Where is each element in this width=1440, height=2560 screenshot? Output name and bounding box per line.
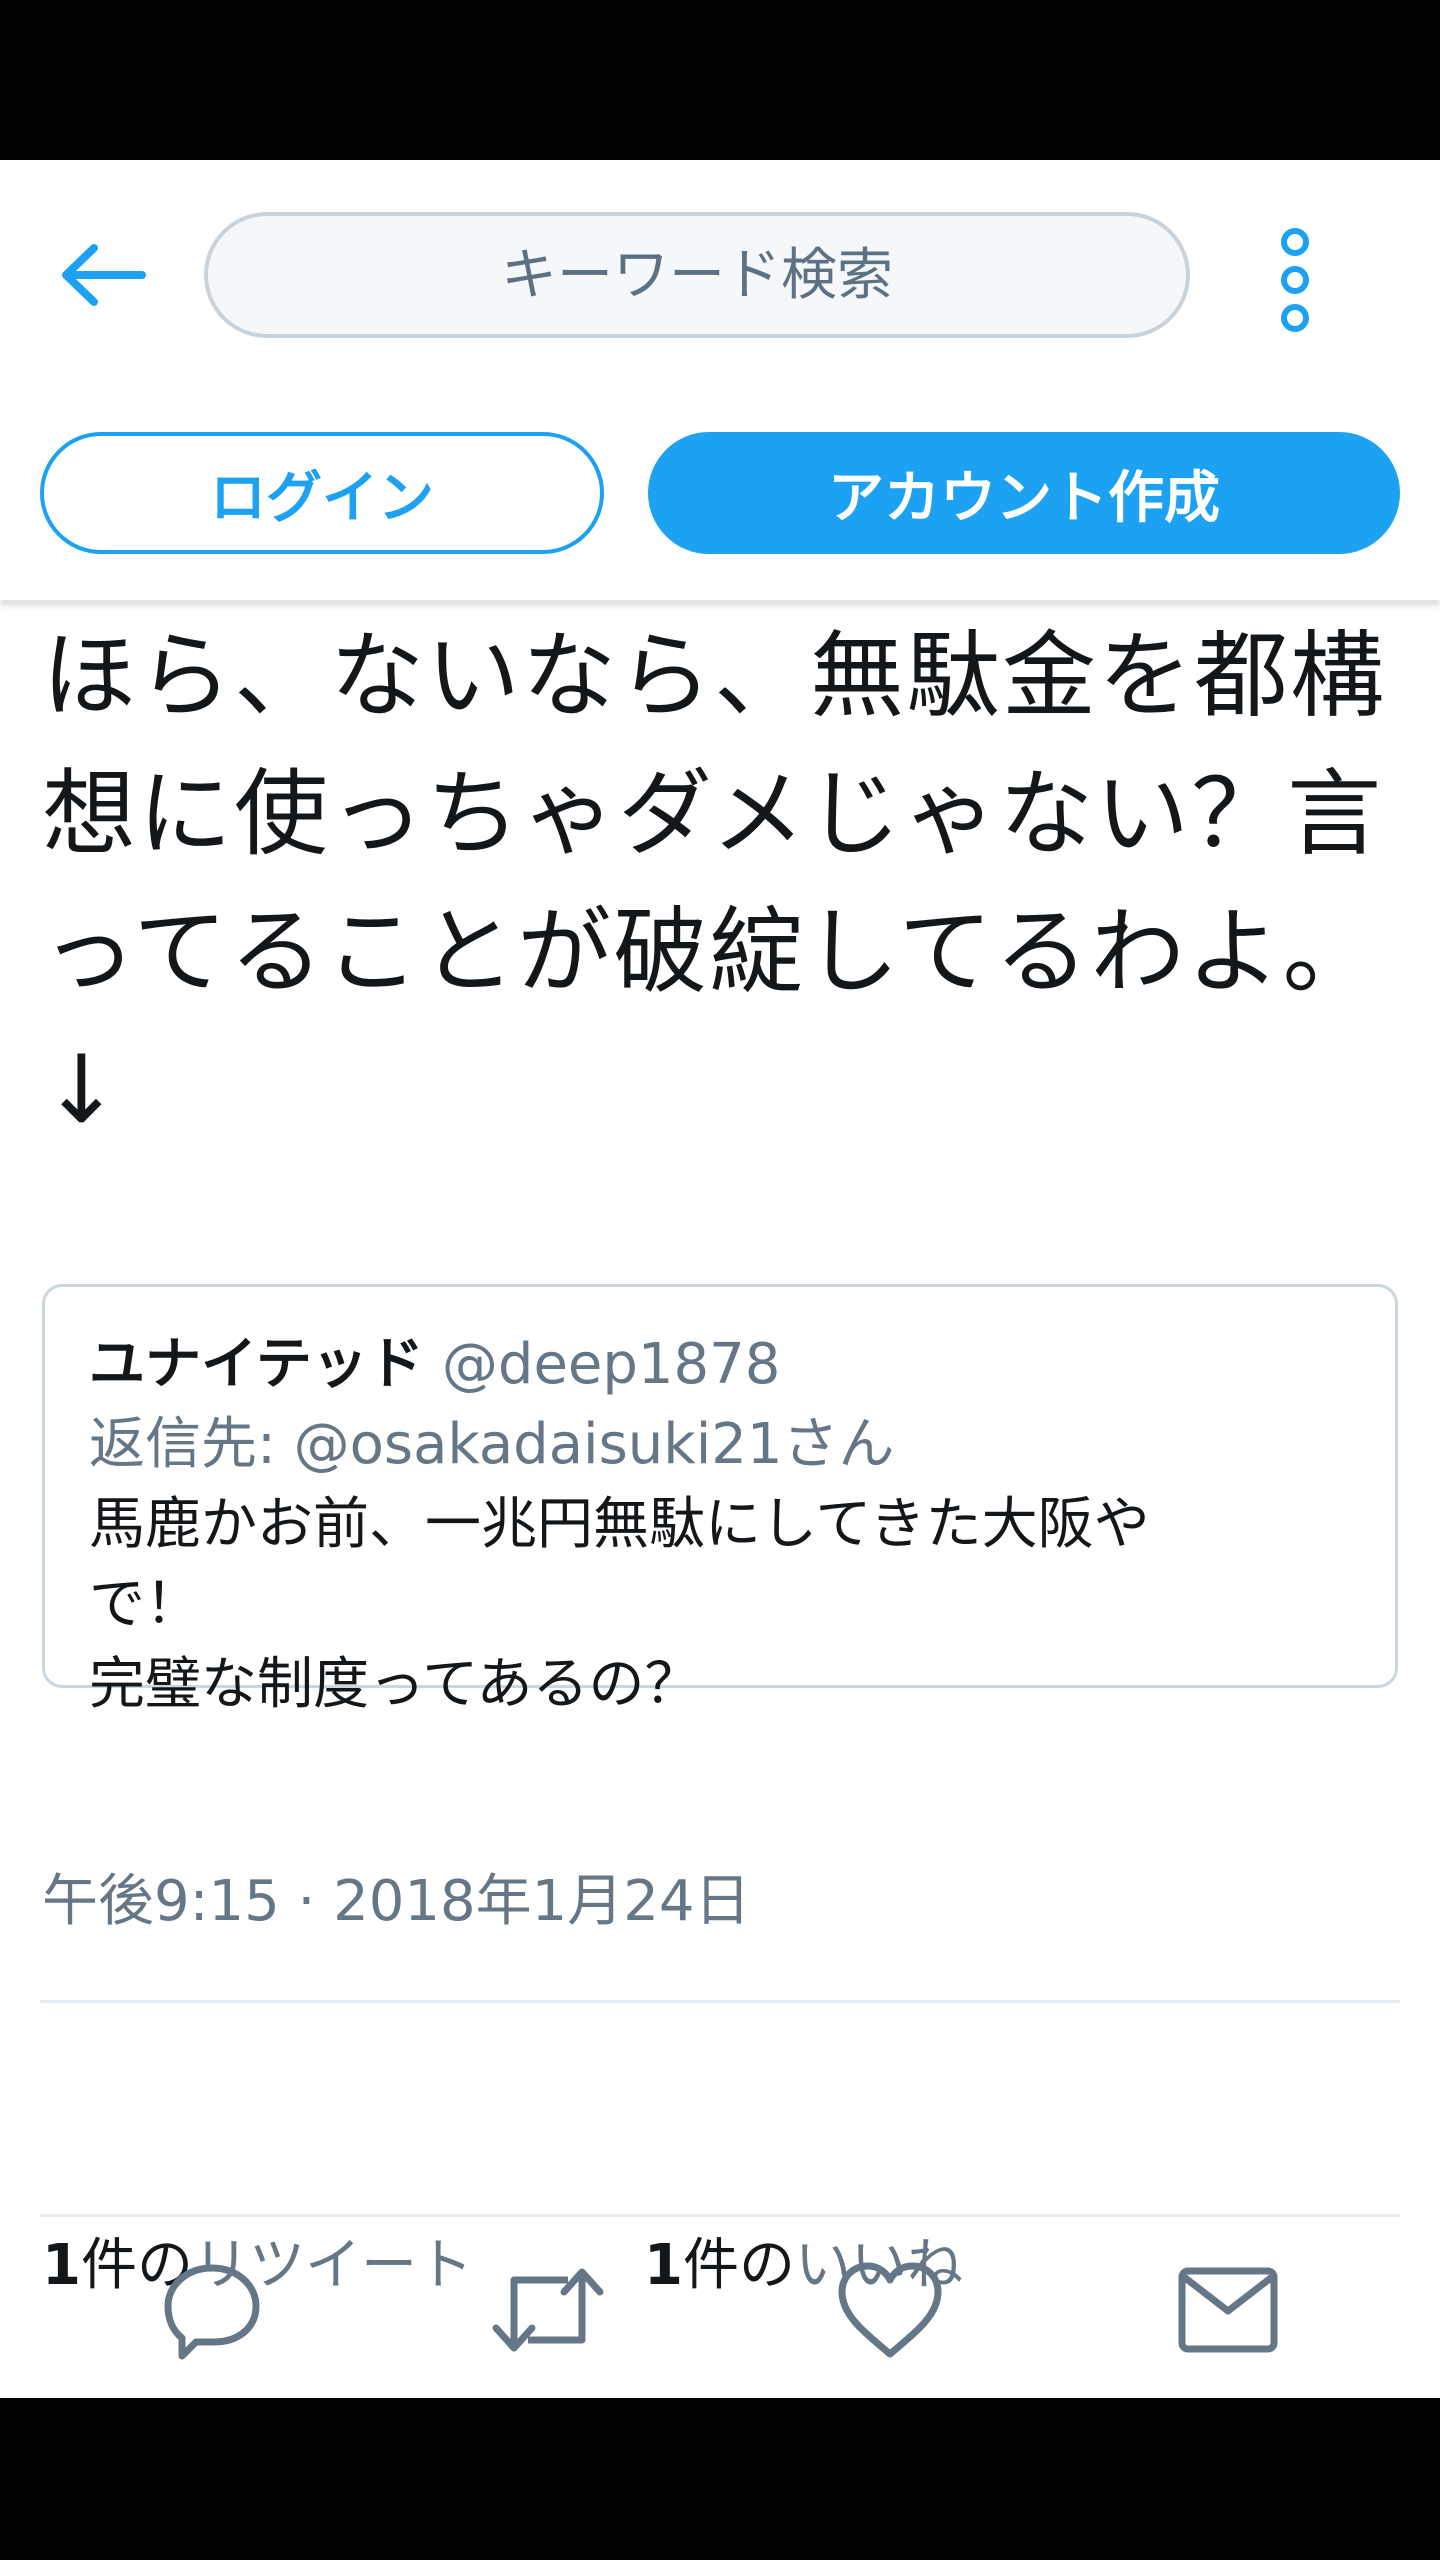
reply-bubble-icon [164,2264,260,2360]
quoted-author-handle: @deep1878 [441,1332,781,1397]
retweet-icon [492,2268,604,2352]
navigation-bar-area [0,2398,1440,2560]
quoted-tweet-header: ユナイテッド @deep1878 [89,1327,780,1403]
signup-button[interactable]: アカウント作成 [648,432,1400,554]
divider [40,2000,1400,2003]
more-options-button[interactable] [1260,220,1330,340]
divider [40,2214,1400,2217]
direct-message-button[interactable] [1168,2250,1288,2370]
quoted-author-name: ユナイテッド [89,1332,424,1397]
top-header: ログイン アカウント作成 [0,160,1440,600]
reply-button[interactable] [152,2250,272,2370]
quoted-reply-to: 返信先: @osakadaisuki21さん [89,1412,895,1477]
back-button[interactable] [58,230,148,320]
envelope-icon [1178,2267,1278,2353]
login-button[interactable]: ログイン [40,432,604,554]
like-button[interactable] [830,2250,950,2370]
tweet-actions [0,2250,1440,2390]
quoted-tweet-card[interactable]: ユナイテッド @deep1878 返信先: @osakadaisuki21さん 馬… [42,1284,1398,1717]
status-bar-area [0,0,1440,160]
quoted-tweet-text: 馬鹿かお前、一兆円無駄にしてきた大阪や で！ 完璧な制度ってあるの？ [89,1492,1150,1717]
heart-icon [838,2262,942,2358]
vertical-dots-icon [1281,228,1309,332]
arrow-left-icon [62,244,146,306]
retweet-button[interactable] [488,2250,608,2370]
tweet-text: ほら、ないなら、無駄金を都構 想に使っちゃダメじゃない？言 ってることが破綻して… [42,622,1387,1145]
tweet-screen: ログイン アカウント作成 ほら、ないなら、無駄金を都構 想に使っちゃダメじゃない… [0,160,1440,2398]
search-input[interactable] [208,241,1186,309]
tweet-timestamp[interactable]: 午後9:15 · 2018年1月24日 [42,1856,751,1937]
search-box[interactable] [204,212,1190,338]
